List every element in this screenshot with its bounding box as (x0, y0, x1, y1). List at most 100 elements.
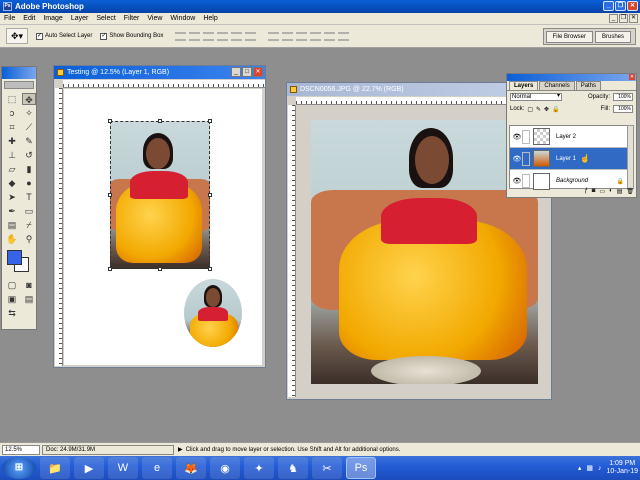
move-tool-icon[interactable]: ✥ (22, 93, 36, 105)
doc-maximize-button[interactable]: □ (242, 67, 252, 77)
tools-app-icon[interactable]: ✂ (312, 457, 342, 479)
distribute-left-icon[interactable] (310, 31, 322, 41)
path-selection-icon[interactable]: ➤ (5, 191, 19, 203)
palette-title-bar[interactable]: ✕ (507, 74, 636, 81)
media-player-icon[interactable]: ▶ (74, 457, 104, 479)
distribute-hcenter-icon[interactable] (324, 31, 336, 41)
network-icon[interactable]: ▦ (586, 464, 593, 472)
delete-layer-icon[interactable]: 🗑 (626, 188, 634, 196)
eye-icon[interactable]: 👁 (512, 177, 522, 185)
show-bounding-box-checkbox[interactable]: ✓ Show Bounding Box (100, 32, 163, 40)
align-left-icon[interactable] (217, 31, 229, 41)
lock-all-icon[interactable]: 🔒 (552, 106, 559, 113)
menu-window[interactable]: Window (166, 15, 199, 22)
bounding-box[interactable] (108, 119, 212, 271)
word-icon[interactable]: W (108, 457, 138, 479)
menu-edit[interactable]: Edit (19, 15, 39, 22)
jump-to-imageready-icon[interactable]: ⇆ (5, 307, 19, 319)
brushes-tab[interactable]: Brushes (594, 30, 631, 43)
checkbox-box[interactable]: ✓ (100, 32, 108, 40)
brush-link-cell[interactable] (522, 151, 530, 166)
lock-transparent-icon[interactable]: ▢ (527, 106, 533, 113)
document-title-bar[interactable]: Testing @ 12.5% (Layer 1, RGB) _ □ ✕ (54, 66, 265, 79)
palette-close-icon[interactable]: ✕ (629, 74, 635, 80)
crop-tool-icon[interactable]: ⌗ (5, 121, 19, 133)
document-window-testing[interactable]: Testing @ 12.5% (Layer 1, RGB) _ □ ✕ (53, 65, 266, 368)
fill-input[interactable]: 100% (613, 105, 633, 113)
menu-help[interactable]: Help (199, 15, 221, 22)
quick-mask-icon[interactable]: ◙ (22, 279, 36, 291)
acrobat-icon[interactable]: ✦ (244, 457, 274, 479)
add-style-icon[interactable]: ƒ (584, 188, 587, 196)
tray-arrow-icon[interactable]: ▴ (578, 464, 582, 472)
magic-wand-tool-icon[interactable]: ✧ (22, 107, 36, 119)
zoom-tool-icon[interactable]: ⚲ (22, 233, 36, 245)
doc-restore-button[interactable]: ❐ (619, 14, 628, 23)
file-explorer-icon[interactable]: 📁 (40, 457, 70, 479)
transform-handle[interactable] (158, 267, 162, 271)
auto-select-layer-checkbox[interactable]: ✓ Auto Select Layer (36, 32, 92, 40)
tab-channels[interactable]: Channels (539, 81, 575, 90)
transform-handle[interactable] (108, 267, 112, 271)
shape-tool-icon[interactable]: ▭ (22, 205, 36, 217)
doc-minimize-button[interactable]: _ (609, 14, 618, 23)
eyedropper-tool-icon[interactable]: ⌿ (22, 219, 36, 231)
marquee-tool-icon[interactable]: ⬚ (5, 93, 19, 105)
eraser-tool-icon[interactable]: ▱ (5, 163, 19, 175)
document-canvas[interactable] (64, 89, 262, 365)
link-cell[interactable] (522, 129, 530, 144)
layer-row-layer-1[interactable]: 👁 Layer 1 ☝ (510, 148, 628, 170)
zoom-level-field[interactable]: 12.5% (2, 444, 40, 455)
slice-tool-icon[interactable]: ⟋ (22, 121, 36, 133)
opacity-input[interactable]: 100% (613, 93, 633, 101)
blend-mode-select[interactable]: Normal (510, 93, 562, 101)
align-right-icon[interactable] (245, 31, 257, 41)
align-top-icon[interactable] (175, 31, 187, 41)
lasso-tool-icon[interactable]: ↄ (5, 107, 19, 119)
checkbox-box[interactable]: ✓ (36, 32, 43, 40)
hand-tool-icon[interactable]: ✋ (5, 233, 19, 245)
menu-select[interactable]: Select (92, 15, 119, 22)
screen-mode-full-icon[interactable]: ▤ (22, 293, 36, 305)
doc-close-button[interactable]: ✕ (253, 67, 263, 77)
gradient-tool-icon[interactable]: ▮ (22, 163, 36, 175)
document-size-info[interactable]: Doc: 24.9M/31.9M (42, 444, 174, 455)
distribute-right-icon[interactable] (338, 31, 350, 41)
history-brush-icon[interactable]: ↺ (22, 149, 36, 161)
standard-mode-icon[interactable]: ▢ (5, 279, 19, 291)
brush-tool-icon[interactable]: ✎ (22, 135, 36, 147)
blur-tool-icon[interactable]: ◆ (5, 177, 19, 189)
transform-handle[interactable] (208, 267, 212, 271)
notes-tool-icon[interactable]: ▤ (5, 219, 19, 231)
transform-handle[interactable] (108, 193, 112, 197)
close-button[interactable]: ✕ (627, 1, 638, 11)
new-set-icon[interactable]: ▭ (599, 188, 605, 196)
horizontal-ruler[interactable] (63, 80, 265, 88)
distribute-vcenter-icon[interactable] (282, 31, 294, 41)
eye-icon[interactable]: 👁 (512, 133, 522, 141)
tab-paths[interactable]: Paths (575, 81, 602, 90)
link-cell[interactable] (522, 174, 530, 188)
chess-app-icon[interactable]: ♞ (278, 457, 308, 479)
vertical-ruler[interactable] (55, 88, 63, 366)
screen-mode-standard-icon[interactable]: ▣ (5, 293, 19, 305)
doc-close-button[interactable]: ✕ (629, 14, 638, 23)
doc-minimize-button[interactable]: _ (231, 67, 241, 77)
menu-file[interactable]: File (0, 15, 19, 22)
volume-icon[interactable]: ♪ (598, 465, 602, 472)
menu-view[interactable]: View (143, 15, 166, 22)
transform-handle[interactable] (208, 193, 212, 197)
align-bottom-icon[interactable] (203, 31, 215, 41)
file-browser-tab[interactable]: File Browser (545, 30, 593, 43)
lock-image-icon[interactable]: ✎ (536, 106, 541, 113)
pen-tool-icon[interactable]: ✒ (5, 205, 19, 217)
align-hcenter-icon[interactable] (231, 31, 243, 41)
type-tool-icon[interactable]: T (22, 191, 36, 203)
full-photo[interactable] (311, 120, 538, 384)
distribute-bottom-icon[interactable] (296, 31, 308, 41)
transform-handle[interactable] (108, 119, 112, 123)
status-menu-arrow-icon[interactable]: ▶ (178, 446, 183, 453)
new-layer-icon[interactable]: ▤ (617, 188, 623, 196)
layer2-circle-photo[interactable] (184, 279, 242, 347)
transform-handle[interactable] (158, 119, 162, 123)
